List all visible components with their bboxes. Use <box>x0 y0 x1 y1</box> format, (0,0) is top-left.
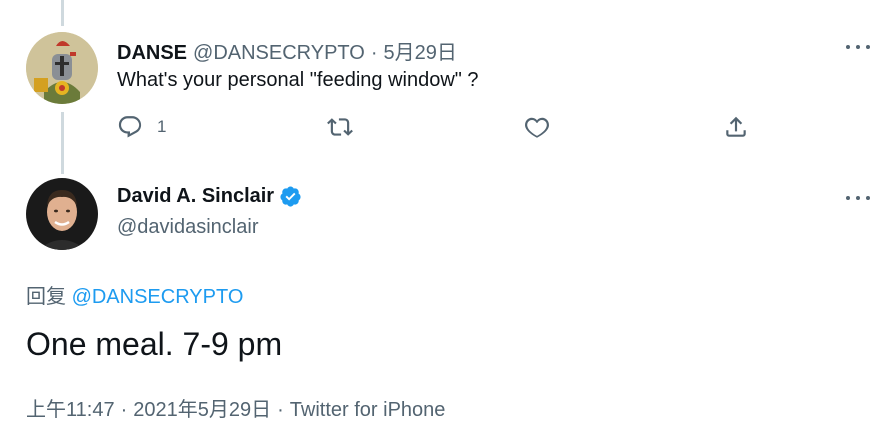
reply-author-handle[interactable]: @DANSECRYPTO <box>193 42 365 65</box>
danse-avatar[interactable] <box>26 32 98 104</box>
like-button[interactable] <box>524 114 550 140</box>
reply-author-name[interactable]: DANSE <box>117 42 187 65</box>
main-more-button[interactable] <box>844 188 872 208</box>
replying-to-mention[interactable]: @DANSECRYPTO <box>72 286 244 308</box>
main-tweet-text: One meal. 7-9 pm <box>26 326 283 362</box>
more-dot-icon <box>856 45 860 49</box>
meta-separator: · <box>277 399 284 421</box>
reply-icon <box>118 116 142 138</box>
thread-line-top <box>61 0 64 26</box>
share-icon <box>726 116 746 137</box>
tweet-time[interactable]: 上午11:47 <box>26 399 115 421</box>
replying-to: 回复 @DANSECRYPTO <box>26 280 243 309</box>
main-author-handle[interactable]: @davidasinclair <box>117 216 258 239</box>
heart-icon <box>525 117 549 138</box>
knight-avatar-icon <box>26 32 98 104</box>
reply-tweet-date[interactable]: 5月29日 <box>384 36 457 65</box>
reply-count: 1 <box>157 117 167 136</box>
retweet-button[interactable] <box>327 114 353 140</box>
reply-header-separator: · <box>370 42 378 64</box>
more-dot-icon <box>856 196 860 200</box>
retweet-icon <box>327 118 353 136</box>
more-dot-icon <box>846 45 850 49</box>
reply-tweet-header: DANSE @DANSECRYPTO · 5月29日 <box>117 36 457 65</box>
more-dot-icon <box>846 196 850 200</box>
reply-more-button[interactable] <box>844 37 872 57</box>
replying-to-label: 回复 <box>26 286 66 308</box>
share-button[interactable] <box>723 114 749 140</box>
thread-line-connector <box>61 112 64 174</box>
more-dot-icon <box>866 45 870 49</box>
reply-tweet-text: What's your personal "feeding window" ? <box>117 69 479 91</box>
more-dot-icon <box>866 196 870 200</box>
main-tweet-meta: 上午11:47 · 2021年5月29日 · Twitter for iPhone <box>26 393 445 422</box>
david-avatar[interactable] <box>26 178 98 250</box>
main-author-name[interactable]: David A. Sinclair <box>117 185 274 208</box>
reply-button[interactable]: 1 <box>117 114 166 140</box>
meta-separator: · <box>120 399 128 421</box>
reply-action-bar: 1 <box>117 114 777 144</box>
tweet-date[interactable]: 2021年5月29日 <box>133 399 271 421</box>
verified-badge-icon <box>280 186 301 207</box>
person-avatar-icon <box>26 178 98 250</box>
main-author-row: David A. Sinclair <box>117 185 302 208</box>
tweet-source[interactable]: Twitter for iPhone <box>290 399 446 421</box>
